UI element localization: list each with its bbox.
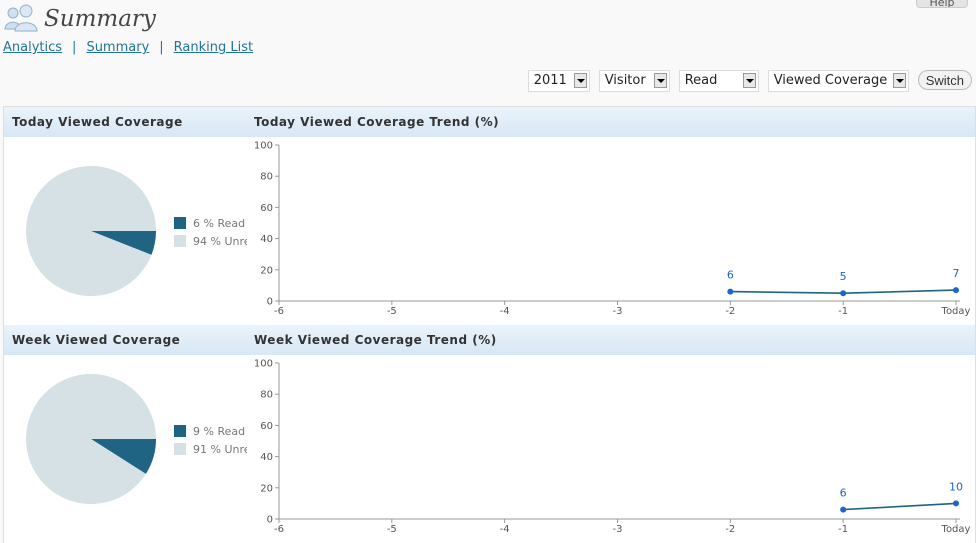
filter-controls: 2011 Visitor Read Viewed Coverage Switch bbox=[527, 70, 972, 92]
week-section-header: Week Viewed Coverage Week Viewed Coverag… bbox=[4, 325, 975, 355]
x-tick-label: -3 bbox=[613, 524, 623, 535]
legend-label-read: 9 % Read bbox=[193, 424, 246, 438]
y-tick-label: 40 bbox=[260, 452, 273, 463]
x-tick-label: -6 bbox=[274, 524, 284, 535]
page-title: Summary bbox=[44, 6, 156, 32]
status-select[interactable]: Read bbox=[678, 70, 759, 92]
today-trend-chart: 0 20 40 60 80 100 -6 -5 -4 -3 -2 -1 Today 6 5 7 bbox=[254, 141, 971, 318]
y-tick-label: 0 bbox=[267, 297, 273, 308]
legend-item-read: 6 % Read bbox=[174, 214, 247, 232]
week-pie-chart bbox=[26, 373, 157, 504]
y-tick-label: 0 bbox=[267, 515, 273, 526]
y-tick-label: 60 bbox=[260, 203, 273, 214]
status-select-value: Read bbox=[684, 73, 718, 88]
data-point bbox=[953, 287, 959, 294]
x-tick-label: -1 bbox=[838, 306, 848, 317]
today-chart-area: 6 % Read 94 % Unread 0 20 40 60 80 100 -6 -5 -4 -… bbox=[4, 137, 975, 325]
today-section-header: Today Viewed Coverage Today Viewed Cover… bbox=[4, 107, 975, 137]
x-tick-label: -5 bbox=[387, 306, 397, 317]
nav-separator: | bbox=[72, 40, 77, 55]
x-tick-label: -2 bbox=[725, 306, 735, 317]
coverage-panel: Today Viewed Coverage Today Viewed Cover… bbox=[3, 106, 976, 543]
y-tick-label: 20 bbox=[260, 483, 273, 494]
today-pie-legend: 6 % Read 94 % Unread bbox=[174, 214, 247, 250]
today-pie-title: Today Viewed Coverage bbox=[12, 115, 183, 129]
x-tick-label: -2 bbox=[725, 524, 735, 535]
nav-summary-link[interactable]: Summary bbox=[86, 40, 149, 55]
data-point bbox=[840, 290, 847, 297]
chevron-down-icon[interactable] bbox=[742, 73, 756, 88]
week-chart-area: 9 % Read 91 % Unread 0 20 40 60 80 100 -6 -5 -4 -… bbox=[4, 355, 975, 543]
legend-swatch-unread bbox=[174, 443, 186, 455]
data-point bbox=[727, 288, 734, 295]
series-line bbox=[843, 502, 957, 511]
x-tick-label: -3 bbox=[613, 306, 623, 317]
y-tick-label: 100 bbox=[254, 359, 273, 370]
metric-select[interactable]: Viewed Coverage bbox=[767, 70, 909, 92]
nav-ranking-list-link[interactable]: Ranking List bbox=[174, 40, 253, 55]
today-trend-title: Today Viewed Coverage Trend (%) bbox=[254, 115, 500, 129]
legend-label-unread: 94 % Unread bbox=[193, 234, 247, 248]
x-tick-label: -4 bbox=[500, 524, 510, 535]
data-label: 5 bbox=[840, 270, 847, 283]
legend-label-read: 6 % Read bbox=[193, 216, 246, 230]
chevron-down-icon[interactable] bbox=[892, 73, 906, 88]
x-tick-label: -5 bbox=[387, 524, 397, 535]
metric-select-value: Viewed Coverage bbox=[773, 73, 888, 88]
y-tick-label: 60 bbox=[260, 421, 273, 432]
chevron-down-icon[interactable] bbox=[653, 73, 667, 88]
data-point bbox=[953, 500, 959, 507]
x-tick-label: -4 bbox=[500, 306, 510, 317]
y-tick-label: 80 bbox=[260, 390, 273, 401]
y-tick-label: 40 bbox=[260, 234, 273, 245]
audience-select[interactable]: Visitor bbox=[598, 70, 670, 92]
week-pie-title: Week Viewed Coverage bbox=[12, 333, 181, 347]
week-pie-legend: 9 % Read 91 % Unread bbox=[174, 422, 247, 458]
legend-label-unread: 91 % Unread bbox=[193, 442, 247, 456]
switch-button[interactable]: Switch bbox=[917, 70, 972, 90]
x-tick-label: -6 bbox=[274, 306, 284, 317]
week-trend-chart: 0 20 40 60 80 100 -6 -5 -4 -3 -2 -1 Today 6 10 bbox=[254, 359, 971, 536]
audience-select-value: Visitor bbox=[604, 73, 646, 88]
help-label: Help bbox=[929, 0, 955, 8]
legend-swatch-unread bbox=[174, 235, 186, 247]
page-header: Summary bbox=[4, 2, 156, 36]
legend-item-unread: 91 % Unread bbox=[174, 440, 247, 458]
x-tick-label: Today bbox=[941, 524, 971, 535]
subnav: Analytics | Summary | Ranking List bbox=[3, 40, 253, 55]
week-trend-title: Week Viewed Coverage Trend (%) bbox=[254, 333, 497, 347]
chevron-down-icon[interactable] bbox=[573, 73, 587, 88]
year-select[interactable]: 2011 bbox=[527, 70, 590, 92]
data-label: 6 bbox=[727, 269, 734, 282]
legend-item-read: 9 % Read bbox=[174, 422, 247, 440]
data-point bbox=[840, 506, 847, 513]
legend-item-unread: 94 % Unread bbox=[174, 232, 247, 250]
legend-swatch-read bbox=[174, 217, 186, 229]
data-label: 6 bbox=[840, 487, 847, 500]
legend-swatch-read bbox=[174, 425, 186, 437]
pie-slice-unread bbox=[26, 373, 157, 504]
nav-analytics-link[interactable]: Analytics bbox=[3, 40, 62, 55]
x-tick-label: -1 bbox=[838, 524, 848, 535]
y-tick-label: 20 bbox=[260, 265, 273, 276]
nav-separator: | bbox=[159, 40, 164, 55]
x-tick-label: Today bbox=[941, 306, 971, 317]
users-icon bbox=[4, 3, 38, 35]
y-tick-label: 100 bbox=[254, 141, 273, 152]
y-tick-label: 80 bbox=[260, 172, 273, 183]
data-label: 7 bbox=[953, 267, 960, 280]
data-label: 10 bbox=[949, 480, 963, 493]
today-pie-chart bbox=[26, 166, 157, 297]
year-select-value: 2011 bbox=[533, 73, 567, 88]
help-tab[interactable]: Help bbox=[916, 0, 968, 8]
